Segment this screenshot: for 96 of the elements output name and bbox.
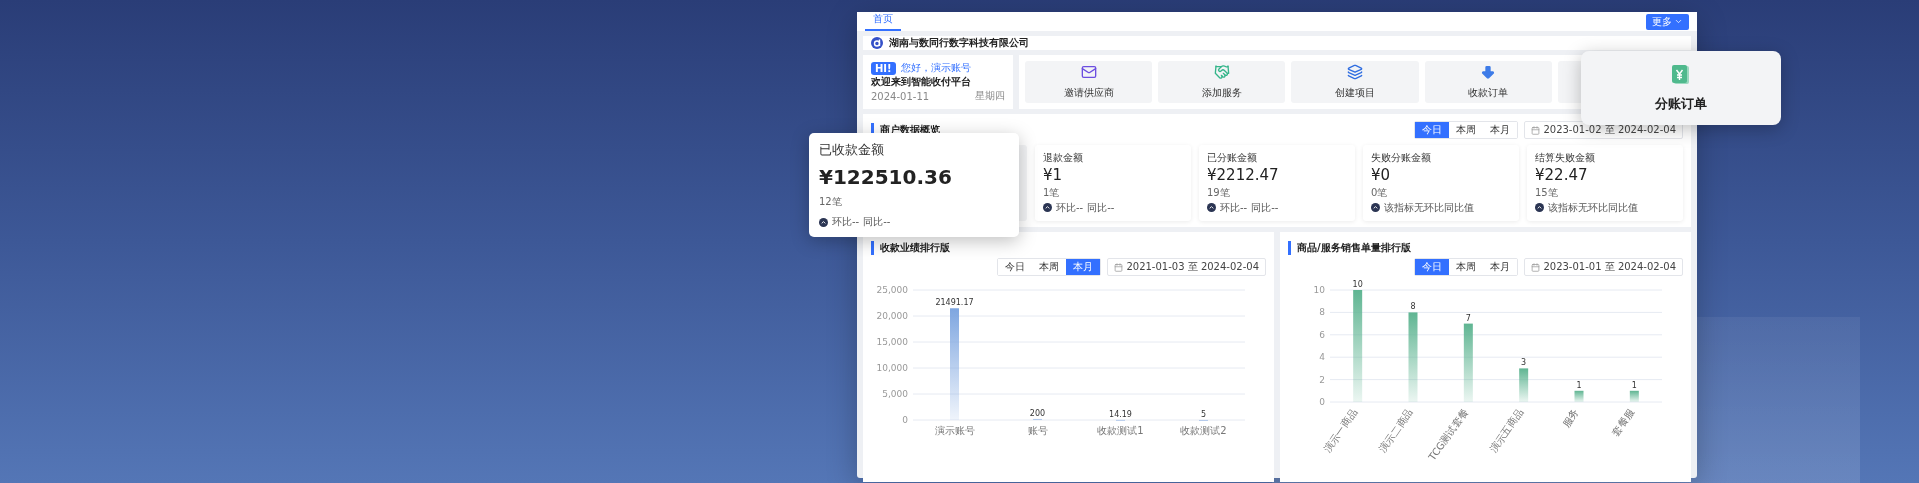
axis-label: 收款测试2: [1180, 425, 1227, 436]
axis-label: 服务: [1560, 406, 1581, 430]
action-label: 分账订单: [1655, 95, 1707, 113]
stat-count: 19笔: [1207, 185, 1231, 200]
period-tab[interactable]: 今日: [1415, 122, 1450, 138]
page-tab[interactable]: 首页: [865, 12, 901, 31]
quick-action-card[interactable]: 邀请供应商: [1025, 61, 1153, 103]
chart-title: 收款业绩排行版: [871, 241, 950, 255]
period-tab[interactable]: 本月: [1066, 259, 1101, 275]
bar-value-label: 1: [1631, 380, 1637, 390]
stat-count: 1笔: [1043, 185, 1061, 200]
axis-label: 演示五商品: [1487, 406, 1526, 455]
bar-value-label: 5: [1200, 409, 1207, 419]
chart-title: 商品/服务销售单量排行版: [1288, 241, 1411, 255]
date-range-field[interactable]: 2021-01-03 至 2024-02-04: [1107, 258, 1266, 276]
stat-title: 结算失败金额: [1535, 151, 1596, 165]
bar-value-label: 8: [1410, 302, 1416, 312]
stat-note: 同比--: [1251, 201, 1279, 215]
stat-amount: ¥1: [1043, 166, 1064, 185]
axis-label: 演示二商品: [1376, 406, 1415, 455]
axis-label: 10,000: [876, 363, 908, 373]
action-label: 创建项目: [1335, 86, 1375, 100]
stat-amount: ¥122510.36: [819, 165, 953, 189]
more-button[interactable]: 更多: [1646, 13, 1689, 30]
chart-bar: [1519, 368, 1529, 402]
stat-amount: ¥0: [1371, 166, 1392, 185]
action-label: 收款订单: [1468, 86, 1509, 100]
stat-title: 已分账金额: [1207, 151, 1258, 165]
stat-amount: ¥2212.47: [1207, 166, 1280, 185]
axis-label: 演示账号: [934, 425, 975, 436]
calendar-icon: [1531, 125, 1541, 135]
company-name: 湖南与数同行数字科技有限公司: [889, 36, 1029, 50]
hi-badge: HI!: [871, 61, 896, 75]
stat-title: 失败分账金额: [1371, 151, 1432, 165]
stat-note: 环比--: [1220, 201, 1248, 215]
axis-label: 20,000: [876, 311, 908, 321]
stat-title: 退款金额: [1043, 151, 1084, 165]
axis-label: 8: [1319, 307, 1325, 318]
stat-title: 已收款金额: [819, 141, 885, 159]
stat-count: 12笔: [819, 195, 843, 209]
chevron-down-icon: [1674, 17, 1683, 26]
stat-count: 0笔: [1371, 185, 1389, 200]
axis-label: 15,000: [876, 337, 908, 347]
axis-label: 5,000: [882, 389, 908, 399]
trend-icon: [1043, 203, 1052, 213]
bar-value-label: 200: [1029, 408, 1046, 418]
date-range-field[interactable]: 2023-01-01 至 2024-02-04: [1524, 258, 1683, 276]
stat-note: 环比--: [832, 215, 860, 229]
axis-label: 账号: [1027, 425, 1048, 436]
axis-label: 0: [1319, 397, 1325, 407]
calendar-icon: [1114, 262, 1124, 272]
axis-label: 0: [902, 415, 908, 425]
weekday-text: 星期四: [975, 89, 1005, 103]
axis-label: 收款测试1: [1097, 425, 1144, 436]
axis-label: 套餐服: [1609, 406, 1636, 438]
trend-icon: [819, 217, 828, 227]
stat-amount: ¥22.47: [1535, 166, 1589, 185]
action-label: 添加服务: [1201, 86, 1242, 100]
action-label: 邀请供应商: [1063, 86, 1114, 100]
layers-icon: [1347, 64, 1363, 80]
welcome-text: 欢迎来到智能收付平台: [871, 75, 972, 89]
date-text: 2024-01-11: [871, 90, 930, 102]
trend-icon: [1371, 203, 1380, 213]
bar-value-label: 14.19: [1109, 409, 1132, 419]
stat-count: 15笔: [1535, 185, 1559, 200]
bar-value-label: 21491.17: [935, 298, 974, 308]
axis-label: 演示一商品: [1321, 406, 1360, 455]
stat-note: 同比--: [863, 215, 891, 229]
bar-value-label: 10: [1352, 280, 1363, 289]
down-arrow-icon: [1480, 64, 1497, 80]
period-tab[interactable]: 今日: [1415, 259, 1450, 275]
bar-value-label: 3: [1521, 358, 1527, 368]
trend-icon: [1207, 203, 1216, 213]
chart-bar: [1629, 390, 1639, 402]
axis-label: 25,000: [876, 285, 908, 295]
quick-action-card[interactable]: 添加服务: [1158, 61, 1286, 103]
calendar-icon: [1531, 262, 1541, 272]
chart-bar: [1574, 390, 1584, 402]
envelope-icon: [1080, 64, 1097, 80]
greeting: 您好，演示账号: [900, 61, 971, 75]
stat-note: 环比--: [1056, 201, 1084, 215]
stat-note: 同比--: [1087, 201, 1115, 215]
bar-value-label: 1: [1576, 380, 1582, 390]
handshake-icon: [1213, 64, 1230, 80]
axis-label: 4: [1319, 352, 1325, 363]
trend-icon: [1535, 203, 1544, 213]
date-range-field[interactable]: 2023-01-02 至 2024-02-04: [1524, 121, 1683, 139]
axis-label: 6: [1319, 329, 1325, 340]
quick-action-card[interactable]: 收款订单: [1424, 61, 1552, 103]
stat-note: 该指标无环比同比值: [1548, 201, 1638, 215]
quick-action-card[interactable]: 分账订单: [1581, 51, 1781, 125]
bar-value-label: 7: [1465, 313, 1471, 323]
axis-label: 2: [1319, 374, 1325, 385]
axis-label: 10: [1313, 285, 1325, 295]
quick-action-card[interactable]: 创建项目: [1291, 61, 1419, 103]
stat-note: 该指标无环比同比值: [1384, 201, 1474, 215]
